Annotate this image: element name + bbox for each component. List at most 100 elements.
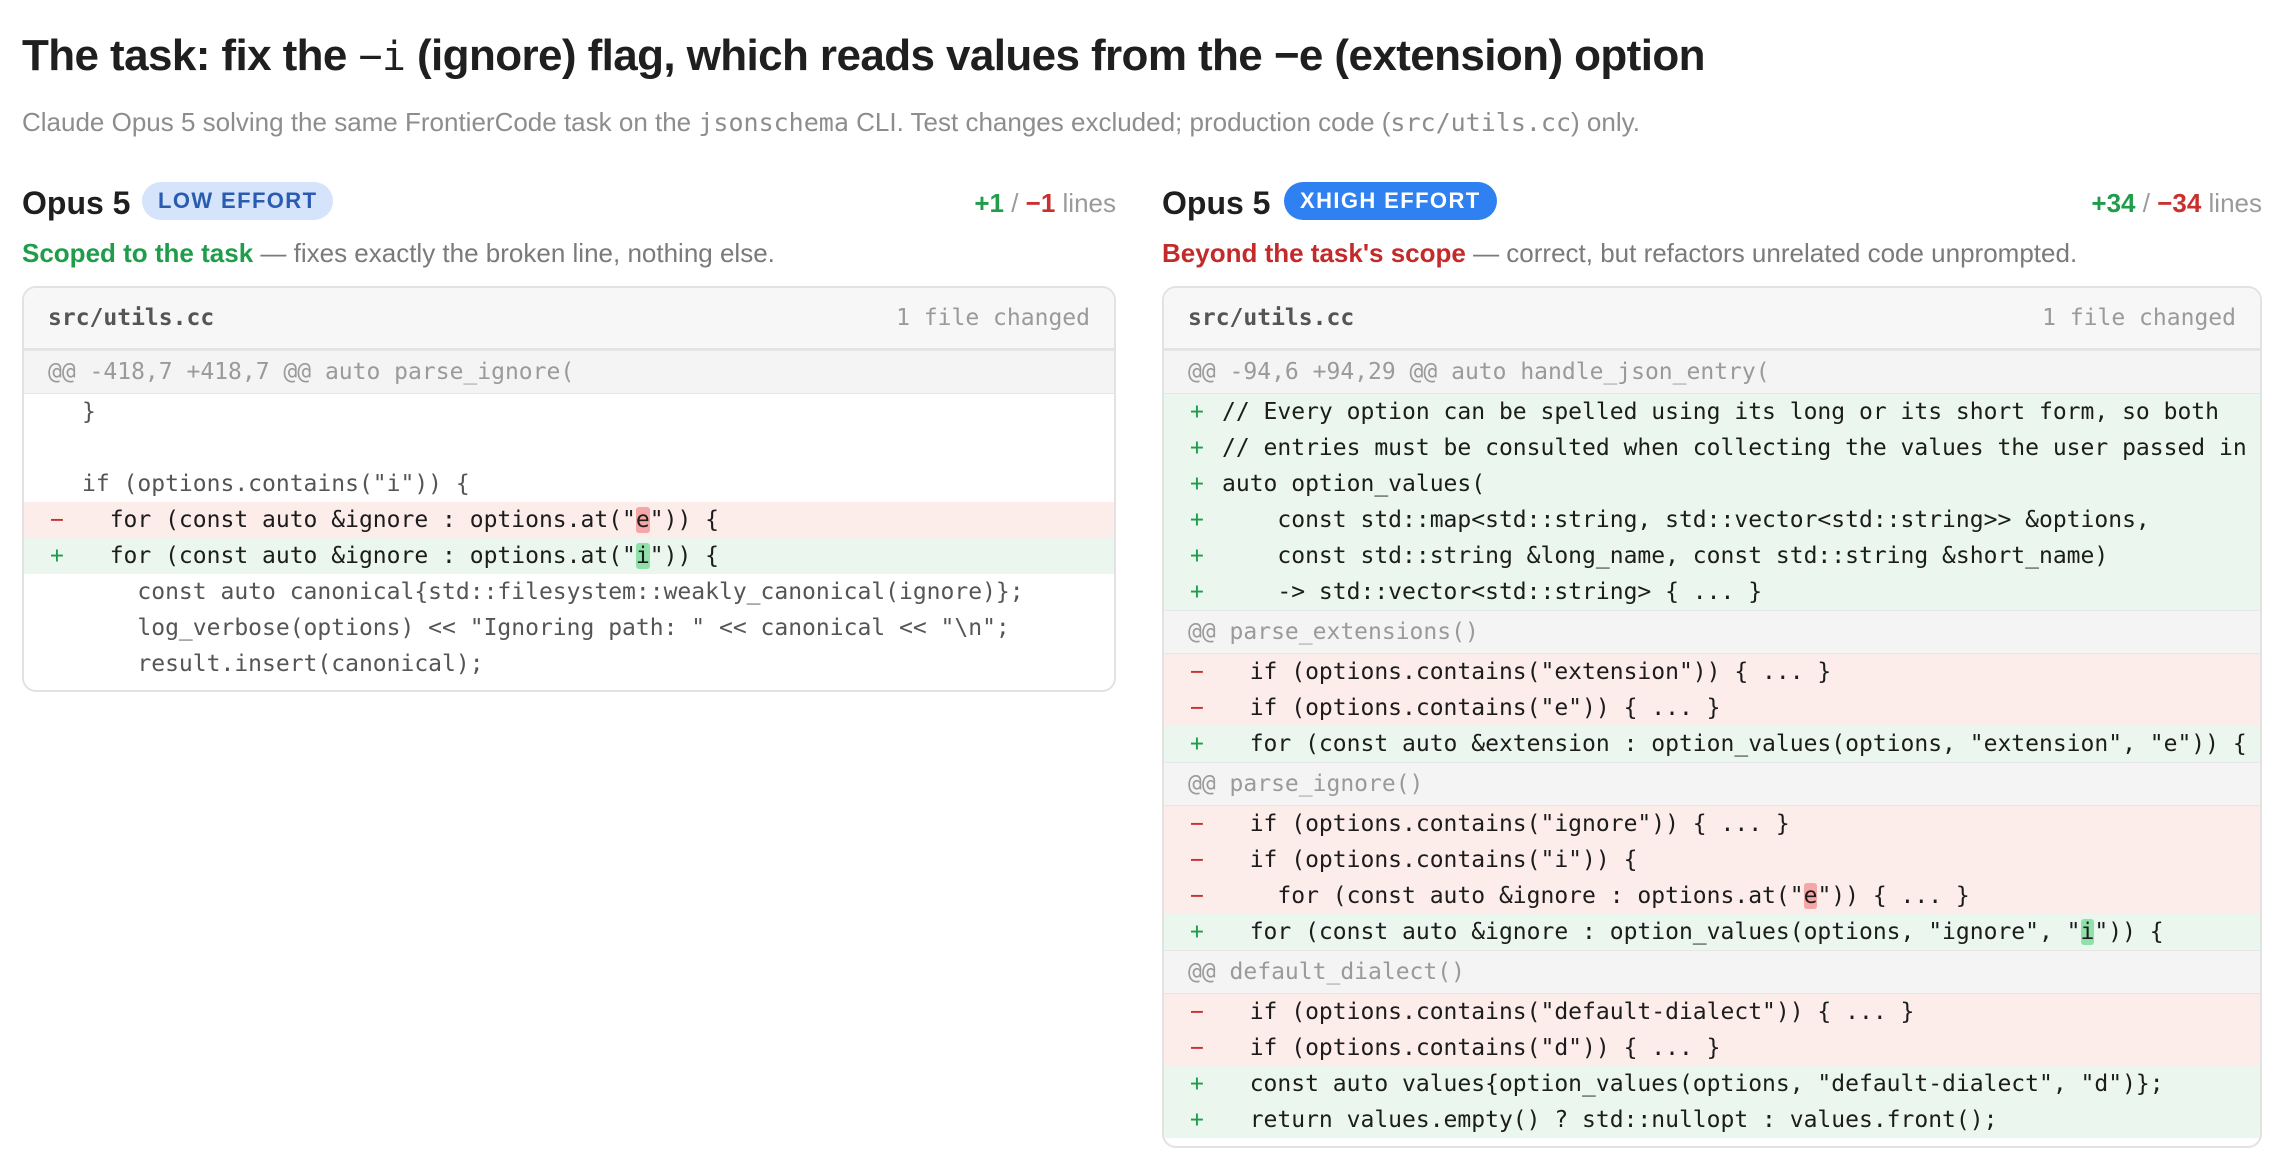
verdict-strong: Scoped to the task <box>22 238 254 268</box>
diff-sign: − <box>1190 659 1204 685</box>
diff-file-name: src/utils.cc <box>48 305 215 331</box>
diff-sign: + <box>1190 731 1204 757</box>
hunk-header: @@ parse_extensions() <box>1164 610 2260 654</box>
diff-code: if (options.contains("ignore")) { ... } <box>1222 811 1790 837</box>
diff-sign: + <box>1190 471 1204 497</box>
diff-lines: + // Every option can be spelled using it… <box>1164 394 2260 610</box>
diff-sign: − <box>1190 999 1204 1025</box>
verdict: Scoped to the task — fixes exactly the b… <box>22 236 1116 270</box>
subtitle-text: Claude Opus 5 solving the same FrontierC… <box>22 107 699 137</box>
diff-sign: + <box>1190 435 1204 461</box>
code-text: for (const auto &ignore : options.at(" <box>1222 883 1804 909</box>
diff-line-removed: − if (options.contains("ignore")) { ... … <box>1164 806 2260 842</box>
panel-header: Opus 5 LOW EFFORT +1 / −1 lines <box>22 178 1116 226</box>
diff-line-context: if (options.contains("i")) { <box>24 466 1114 502</box>
low-effort-panel: Opus 5 LOW EFFORT +1 / −1 lines Scoped t… <box>22 178 1116 692</box>
removed-count: −1 <box>1025 188 1056 218</box>
added-count: +34 <box>2091 188 2136 218</box>
diff-line-context <box>24 430 1114 466</box>
diff-line-added: + -> std::vector<std::string> { ... } <box>1164 574 2260 610</box>
diff-code: log_verbose(options) << "Ignoring path: … <box>82 615 1010 641</box>
hunk-header: @@ -94,6 +94,29 @@ auto handle_json_entr… <box>1164 350 2260 394</box>
changed-char-highlight: i <box>2080 919 2095 945</box>
panel-header: Opus 5 XHIGH EFFORT +34 / −34 lines <box>1162 178 2262 226</box>
code-text: for (const auto &ignore : option_values(… <box>1222 919 2081 945</box>
diff-code: -> std::vector<std::string> { ... } <box>1222 579 1763 605</box>
verdict-rest: — correct, but refactors unrelated code … <box>1465 238 2078 268</box>
diff-code: const auto values{option_values(options,… <box>1222 1071 2164 1097</box>
code-text: ")) { <box>649 543 719 569</box>
diff-code: for (const auto &extension : option_valu… <box>1222 731 2247 757</box>
diff-line-added: + const auto values{option_values(option… <box>1164 1066 2260 1102</box>
files-changed-count: 1 file changed <box>2042 305 2236 331</box>
lines-label: lines <box>2201 188 2262 218</box>
diff-code: if (options.contains("i")) { <box>1222 847 1638 873</box>
verdict: Beyond the task's scope — correct, but r… <box>1162 236 2262 270</box>
code-text: for (const auto &ignore : options.at(" <box>82 543 636 569</box>
diff-line-removed: − if (options.contains("default-dialect"… <box>1164 994 2260 1030</box>
model-name: Opus 5 <box>22 185 131 221</box>
diff-line-added: + // Every option can be spelled using it… <box>1164 394 2260 430</box>
title-text: The task: fix the <box>22 31 359 80</box>
changed-char-highlight: e <box>635 507 650 533</box>
diff-lines: } if (options.contains("i")) { − for (cons… <box>24 394 1114 682</box>
diff-sign: − <box>1190 847 1204 873</box>
diff-view: src/utils.cc 1 file changed @@ -418,7 +4… <box>22 286 1116 692</box>
diff-line-added: + for (const auto &ignore : options.at("… <box>24 538 1114 574</box>
subtitle-text: ) only. <box>1571 107 1640 137</box>
title-text: (ignore) flag, which reads values from t… <box>405 31 1274 80</box>
diff-code: for (const auto &ignore : options.at("i"… <box>82 538 719 574</box>
diff-line-added: + return values.empty() ? std::nullopt :… <box>1164 1102 2260 1138</box>
diff-sign: − <box>1190 695 1204 721</box>
diff-file-bar: src/utils.cc 1 file changed <box>24 288 1114 350</box>
diff-code: const std::map<std::string, std::vector<… <box>1222 507 2150 533</box>
diff-code: // entries must be consulted when collec… <box>1222 435 2247 461</box>
code-text: ")) { <box>2094 919 2164 945</box>
diff-sign: + <box>1190 399 1204 425</box>
diff-sign: + <box>50 543 64 569</box>
diff-line-context: const auto canonical{std::filesystem::we… <box>24 574 1114 610</box>
diff-code: auto option_values( <box>1222 471 1486 497</box>
removed-count: −34 <box>2157 188 2202 218</box>
subtitle-text: CLI. Test changes excluded; production c… <box>848 107 1391 137</box>
subtitle-tool: jsonschema <box>698 108 849 137</box>
diff-lines: − if (options.contains("extension")) { .… <box>1164 654 2260 762</box>
diff-sign: + <box>1190 579 1204 605</box>
title-flag-e: −e <box>1273 31 1324 80</box>
diff-sign: + <box>1190 1071 1204 1097</box>
diff-sign: − <box>50 507 64 533</box>
diff-code: if (options.contains("default-dialect"))… <box>1222 999 1915 1025</box>
hunk-header: @@ default_dialect() <box>1164 950 2260 994</box>
title-text: (extension) option <box>1322 31 1705 80</box>
diff-code: if (options.contains("e")) { ... } <box>1222 695 1721 721</box>
verdict-strong: Beyond the task's scope <box>1162 238 1466 268</box>
code-text: for (const auto &ignore : options.at(" <box>82 507 636 533</box>
diff-line-context: result.insert(canonical); <box>24 646 1114 682</box>
diff-code: } <box>82 399 96 425</box>
hunk-header: @@ parse_ignore() <box>1164 762 2260 806</box>
diff-line-added: + for (const auto &extension : option_va… <box>1164 726 2260 762</box>
diff-line-removed: − if (options.contains("i")) { <box>1164 842 2260 878</box>
diff-code: for (const auto &ignore : options.at("e"… <box>1222 878 1970 914</box>
model-name: Opus 5 <box>1162 185 1271 221</box>
page-title: The task: fix the −i (ignore) flag, whic… <box>22 26 2262 87</box>
changed-char-highlight: e <box>1803 883 1818 909</box>
diff-code: if (options.contains("extension")) { ...… <box>1222 659 1832 685</box>
count-separator: / <box>1003 188 1026 218</box>
changed-char-highlight: i <box>635 543 650 569</box>
diff-sign: − <box>1190 883 1204 909</box>
diff-sign: + <box>1190 543 1204 569</box>
diff-sign: − <box>1190 811 1204 837</box>
diff-code: const std::string &long_name, const std:… <box>1222 543 2109 569</box>
diff-line-removed: − if (options.contains("e")) { ... } <box>1164 690 2260 726</box>
diff-code: const auto canonical{std::filesystem::we… <box>82 579 1024 605</box>
diff-line-removed: − for (const auto &ignore : options.at("… <box>1164 878 2260 914</box>
files-changed-count: 1 file changed <box>896 305 1090 331</box>
diff-line-added: + // entries must be consulted when colle… <box>1164 430 2260 466</box>
diff-line-context: log_verbose(options) << "Ignoring path: … <box>24 610 1114 646</box>
diff-line-added: + const std::string &long_name, const st… <box>1164 538 2260 574</box>
added-count: +1 <box>974 188 1004 218</box>
code-text: ")) { <box>649 507 719 533</box>
diff-file-bar: src/utils.cc 1 file changed <box>1164 288 2260 350</box>
line-counts: +1 / −1 lines <box>974 188 1116 219</box>
